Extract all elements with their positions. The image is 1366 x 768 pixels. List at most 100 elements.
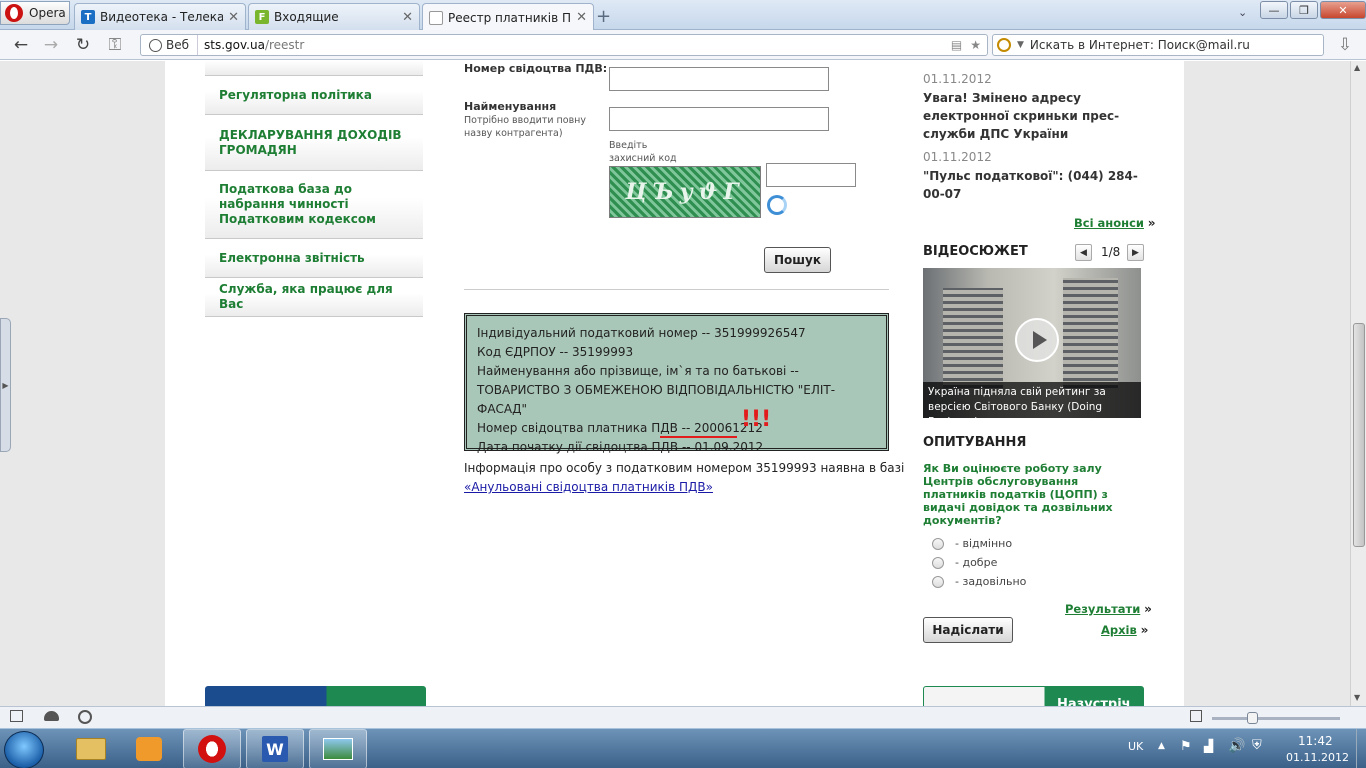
start-button[interactable]: [4, 731, 44, 768]
sidebar-item-e-reporting[interactable]: Електронна звітність: [205, 239, 423, 278]
taskbar-explorer[interactable]: [62, 729, 120, 768]
opera-logo-icon: [5, 4, 23, 22]
reload-icon[interactable]: ↻: [72, 34, 94, 56]
word-icon: W: [262, 736, 288, 762]
news-link[interactable]: Увага! Змінено адресу електронної скринь…: [923, 89, 1143, 143]
tab-title: Входящие: [274, 10, 339, 24]
web-chip[interactable]: Веб: [141, 35, 199, 55]
network-icon[interactable]: ▟: [1204, 739, 1213, 753]
close-tab-icon[interactable]: ✕: [576, 10, 587, 25]
sidebar-item-label: Служба, яка працює для Вас: [219, 282, 393, 311]
scroll-down-icon[interactable]: ▼: [1354, 693, 1360, 702]
close-window-icon[interactable]: ✕: [1320, 1, 1366, 19]
captcha-input[interactable]: [766, 163, 856, 187]
panel-toggle-icon[interactable]: [10, 710, 23, 722]
poll-radio-excellent[interactable]: [932, 538, 944, 550]
banner-left[interactable]: [205, 686, 426, 706]
taskbar-word[interactable]: W: [246, 729, 304, 768]
tab-list-chevron-icon[interactable]: ⌄: [1238, 6, 1247, 19]
opera-menu-button[interactable]: Opera: [0, 1, 70, 25]
new-tab-icon[interactable]: +: [596, 6, 611, 27]
scroll-up-icon[interactable]: ▲: [1354, 63, 1360, 72]
volume-icon[interactable]: 🔊: [1228, 738, 1245, 754]
close-tab-icon[interactable]: ✕: [402, 10, 413, 25]
turbo-cloud-icon[interactable]: [44, 711, 59, 721]
show-desktop-button[interactable]: [1356, 729, 1366, 768]
url-host: sts.gov.ua: [204, 38, 265, 52]
bookmark-star-icon[interactable]: ★: [970, 38, 981, 52]
taskbar-media-player[interactable]: [120, 729, 178, 768]
annulled-certificates-link[interactable]: «Анульовані свідоцтва платників ПДВ»: [464, 480, 713, 494]
show-hidden-icons-icon[interactable]: ▲: [1158, 741, 1165, 751]
page-viewport: Регуляторна політика ДЕКЛАРУВАННЯ ДОХОДІ…: [0, 61, 1350, 706]
sidebar-item-tax-base[interactable]: Податкова база до набрання чинності Пода…: [205, 171, 423, 239]
media-player-icon: [136, 737, 162, 761]
poll-results-label: Результати: [1065, 602, 1141, 616]
speed-dial-icon[interactable]: [78, 710, 92, 724]
news-link[interactable]: "Пульс податкової": (044) 284-00-07: [923, 167, 1143, 203]
language-indicator[interactable]: UK: [1128, 740, 1143, 753]
search-engine-chevron-icon[interactable]: ▼: [1017, 40, 1024, 50]
minimize-icon[interactable]: —: [1260, 1, 1288, 19]
action-center-flag-icon[interactable]: ⚑: [1180, 739, 1192, 754]
result-date-value: 01.09.2012: [694, 440, 764, 454]
opera-icon: [198, 735, 226, 763]
address-bar[interactable]: Веб sts.gov.ua/reestr ▤ ★: [140, 34, 988, 56]
security-shield-icon[interactable]: ⛨: [1252, 738, 1262, 753]
sidebar-item-label: ДЕКЛАРУВАННЯ ДОХОДІВ ГРОМАДЯН: [219, 127, 402, 157]
search-button[interactable]: Пошук: [764, 247, 831, 273]
vertical-scrollbar[interactable]: ▲ ▼: [1350, 61, 1366, 706]
poll-radio-satisfactory[interactable]: [932, 576, 944, 588]
name-input[interactable]: [609, 107, 829, 131]
back-icon[interactable]: ←: [10, 34, 32, 56]
poll-option-label: - відмінно: [955, 537, 1013, 550]
maximize-icon[interactable]: ❐: [1290, 1, 1318, 19]
tab-reestr[interactable]: Реестр платників ПДВ... ✕: [422, 3, 594, 31]
side-panel-toggle[interactable]: ▶: [0, 318, 11, 452]
refresh-captcha-icon[interactable]: [767, 195, 787, 215]
tab-title: Реестр платників ПДВ...: [448, 10, 572, 25]
chevron-right-icon: »: [1144, 602, 1152, 616]
video-building-right: [1063, 278, 1118, 388]
result-line: Найменування або прізвище, ім`я та по ба…: [477, 364, 836, 416]
download-icon[interactable]: ⇩: [1334, 34, 1356, 56]
tab-videoteka[interactable]: T Видеотека - Телекана... ✕: [74, 3, 246, 30]
sidebar-item-cut-off[interactable]: [205, 61, 423, 76]
tab-inbox[interactable]: F Входящие ✕: [248, 3, 420, 30]
sidebar-item-declaration[interactable]: ДЕКЛАРУВАННЯ ДОХОДІВ ГРОМАДЯН: [205, 115, 423, 171]
cert-number-input[interactable]: [609, 67, 829, 91]
scrollbar-thumb[interactable]: [1353, 323, 1365, 547]
rss-icon[interactable]: ▤: [951, 38, 962, 52]
prev-video-icon[interactable]: ◀: [1075, 244, 1092, 261]
close-tab-icon[interactable]: ✕: [228, 10, 239, 25]
tab-favicon-icon: F: [255, 10, 269, 24]
page-favicon-icon: [429, 10, 443, 25]
all-announcements-link[interactable]: Всі анонси »: [1074, 216, 1156, 230]
poll-results-link[interactable]: Результати »: [1065, 602, 1152, 616]
poll-radio-good[interactable]: [932, 557, 944, 569]
view-icon[interactable]: [1190, 710, 1202, 722]
windows-taskbar: W UK ▲ ⚑ ▟ 🔊 ⛨ 11:42 01.11.2012: [0, 728, 1366, 768]
key-icon[interactable]: ⚿: [104, 34, 126, 56]
search-field[interactable]: ▼ Искать в Интернет: Поиск@mail.ru: [992, 34, 1324, 56]
clock-date[interactable]: 01.11.2012: [1286, 751, 1349, 764]
banner-right[interactable]: Назустріч: [923, 686, 1144, 706]
video-thumbnail[interactable]: Україна підняла свій рейтинг за версією …: [923, 268, 1141, 418]
sidebar-item-service[interactable]: Служба, яка працює для Вас: [205, 278, 423, 317]
poll-submit-button[interactable]: Надіслати: [923, 617, 1013, 643]
zoom-slider-knob[interactable]: [1247, 712, 1258, 724]
poll-option-label: - добре: [955, 556, 998, 569]
play-icon[interactable]: [1015, 318, 1059, 362]
poll-archive-link[interactable]: Архів »: [1101, 623, 1148, 637]
name-label: Найменування: [464, 100, 557, 113]
taskbar-image-viewer[interactable]: [309, 729, 367, 768]
taskbar-opera[interactable]: [183, 729, 241, 768]
clock-time[interactable]: 11:42: [1298, 734, 1333, 748]
tab-favicon-icon: T: [81, 10, 95, 24]
forward-icon[interactable]: →: [40, 34, 62, 56]
zoom-slider-track[interactable]: [1212, 717, 1340, 720]
next-video-icon[interactable]: ▶: [1127, 244, 1144, 261]
folder-icon: [76, 738, 106, 760]
sidebar-item-regulatory[interactable]: Регуляторна політика: [205, 76, 423, 115]
web-chip-label: Веб: [166, 38, 190, 52]
